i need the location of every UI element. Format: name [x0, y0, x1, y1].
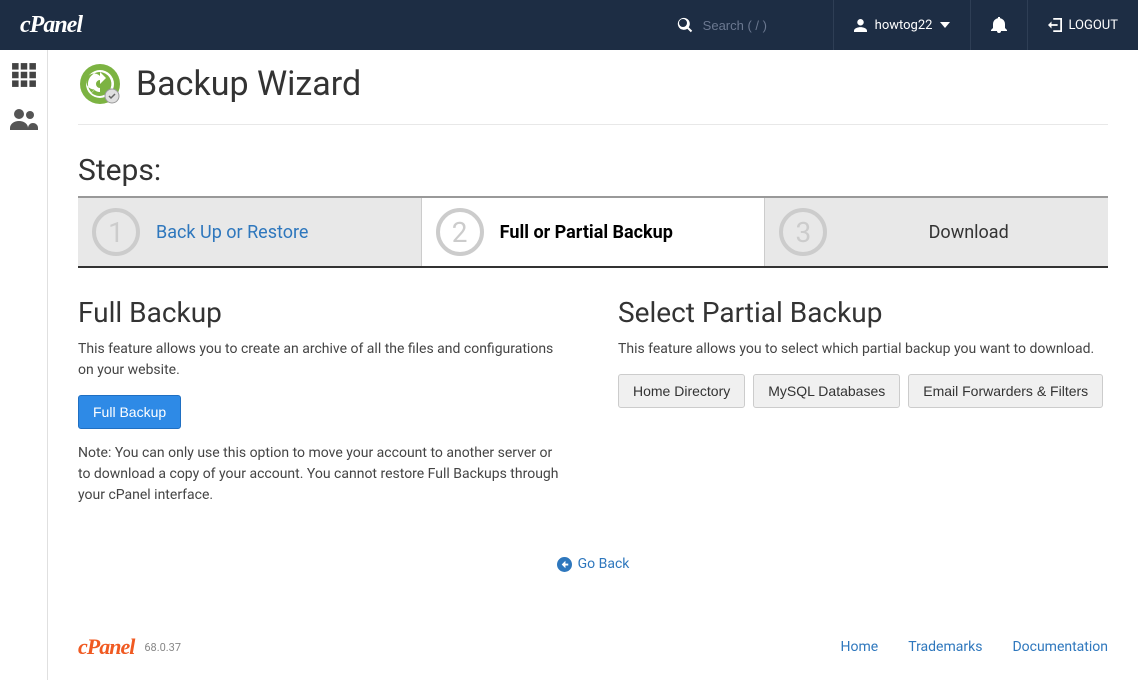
- full-backup-description: This feature allows you to create an arc…: [78, 339, 568, 381]
- footer-trademarks-link[interactable]: Trademarks: [908, 639, 982, 655]
- home-directory-button[interactable]: Home Directory: [618, 374, 745, 408]
- footer: cPanel 68.0.37 Home Trademarks Documenta…: [78, 594, 1108, 660]
- go-back-label: Go Back: [578, 556, 630, 572]
- footer-documentation-link[interactable]: Documentation: [1012, 639, 1108, 655]
- bell-icon: [991, 17, 1007, 33]
- steps-heading: Steps:: [78, 153, 1108, 188]
- arrow-left-circle-icon: [557, 557, 572, 572]
- step-2: 2 Full or Partial Backup: [422, 198, 766, 266]
- step-1-number: 1: [92, 208, 140, 256]
- step-2-number: 2: [436, 208, 484, 256]
- backup-wizard-icon: [78, 62, 122, 106]
- partial-backup-section: Select Partial Backup This feature allow…: [618, 296, 1108, 520]
- users-icon[interactable]: [10, 108, 38, 130]
- username-label: howtog22: [875, 18, 933, 33]
- step-1[interactable]: 1 Back Up or Restore: [78, 198, 422, 266]
- step-3-number: 3: [779, 208, 827, 256]
- partial-backup-description: This feature allows you to select which …: [618, 339, 1108, 360]
- footer-home-link[interactable]: Home: [841, 639, 879, 655]
- chevron-down-icon: [940, 22, 950, 28]
- search-container: [677, 0, 834, 50]
- main-content: Backup Wizard Steps: 1 Back Up or Restor…: [48, 50, 1138, 680]
- wizard-steps: 1 Back Up or Restore 2 Full or Partial B…: [78, 196, 1108, 268]
- logout-icon: [1048, 18, 1062, 32]
- search-input[interactable]: [703, 18, 813, 33]
- footer-version: 68.0.37: [144, 641, 181, 654]
- cpanel-logo[interactable]: cPanel: [20, 12, 82, 39]
- page-title: Backup Wizard: [136, 64, 361, 104]
- full-backup-section: Full Backup This feature allows you to c…: [78, 296, 568, 520]
- email-forwarders-filters-button[interactable]: Email Forwarders & Filters: [908, 374, 1103, 408]
- user-icon: [854, 19, 867, 32]
- go-back-link[interactable]: Go Back: [557, 556, 630, 572]
- full-backup-note: Note: You can only use this option to mo…: [78, 443, 568, 506]
- apps-grid-icon[interactable]: [11, 62, 37, 88]
- go-back-container: Go Back: [78, 556, 1108, 576]
- logout-label: LOGOUT: [1068, 18, 1118, 33]
- full-backup-heading: Full Backup: [78, 296, 568, 329]
- logout-button[interactable]: LOGOUT: [1028, 18, 1118, 33]
- full-backup-button[interactable]: Full Backup: [78, 395, 181, 429]
- user-menu[interactable]: howtog22: [834, 0, 972, 50]
- step-1-label: Back Up or Restore: [156, 222, 308, 243]
- partial-backup-buttons: Home Directory MySQL Databases Email For…: [618, 374, 1108, 408]
- step-3-label: Download: [843, 222, 1094, 243]
- footer-cpanel-logo[interactable]: cPanel: [78, 634, 134, 660]
- partial-backup-heading: Select Partial Backup: [618, 296, 1108, 329]
- step-3: 3 Download: [765, 198, 1108, 266]
- mysql-databases-button[interactable]: MySQL Databases: [753, 374, 900, 408]
- left-sidebar: [0, 50, 48, 680]
- footer-links: Home Trademarks Documentation: [841, 639, 1108, 655]
- step-2-label: Full or Partial Backup: [500, 222, 673, 243]
- page-header: Backup Wizard: [78, 62, 1108, 125]
- notifications-button[interactable]: [971, 0, 1028, 50]
- search-icon[interactable]: [677, 17, 693, 33]
- top-navigation: cPanel howtog22 LOGOUT: [0, 0, 1138, 50]
